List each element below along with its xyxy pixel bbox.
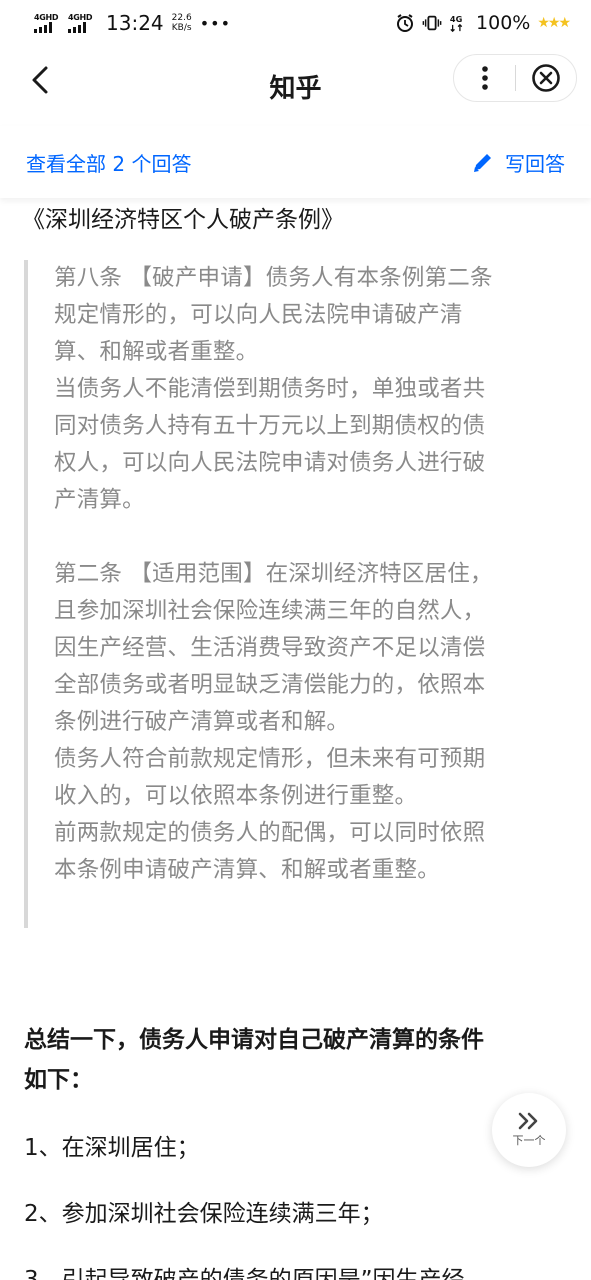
more-button[interactable] <box>454 54 515 102</box>
view-all-answers-link[interactable]: 查看全部 2 个回答 <box>26 148 191 177</box>
network-speed-unit: KB/s <box>171 23 192 33</box>
quote-line: 本条例申请破产清算、和解或者重整。 <box>54 857 440 883</box>
signal-bars-icon <box>34 22 52 33</box>
network-4g-icon: 4G <box>449 13 469 33</box>
quote-block: 第八条 【破产申请】债务人有本条例第二条 规定情形的，可以向人民法院申请破产清 … <box>24 260 564 928</box>
condition-item: 2、参加深圳社会保险连续满三年； <box>24 1201 384 1227</box>
signal-bars-icon <box>68 22 86 33</box>
signal-1: 4GHD <box>34 13 62 33</box>
svg-text:4G: 4G <box>450 14 463 24</box>
condition-item: 1、在深圳居住； <box>24 1135 200 1161</box>
status-time: 13:24 <box>106 11 164 35</box>
status-left: 4GHD 4GHD 13:24 22.6 KB/s ••• <box>34 11 231 35</box>
signal-2-label: 4GHD <box>68 13 93 22</box>
network-speed-value: 22.6 <box>171 13 192 23</box>
status-right: 4G 100% ★★★ <box>395 12 571 34</box>
summary-heading: 总结一下，债务人申请对自己破产清算的条件 如下： <box>24 1020 484 1100</box>
quote-line: 且参加深圳社会保险连续满三年的自然人， <box>54 598 486 624</box>
write-answer-label: 写回答 <box>505 151 565 176</box>
quote-line: 规定情形的，可以向人民法院申请破产清 <box>54 302 463 328</box>
signal-2: 4GHD <box>68 13 96 33</box>
quote-line: 全部债务或者明显缺乏清偿能力的，依照本 <box>54 672 486 698</box>
alarm-icon <box>395 13 415 33</box>
battery-stars-icon: ★★★ <box>537 15 571 31</box>
quote-line: 因生产经营、生活消费导致资产不足以清偿 <box>54 635 486 661</box>
quote-line: 债务人符合前款规定情形，但未来有可预期 <box>54 746 486 772</box>
signal-1-label: 4GHD <box>34 13 59 22</box>
more-vertical-icon <box>481 66 488 90</box>
close-button[interactable] <box>516 54 576 102</box>
nav-bar: 知乎 <box>0 46 591 126</box>
battery-level: 100% <box>476 12 531 34</box>
quote-line: 前两款规定的债务人的配偶，可以同时依照 <box>54 820 486 846</box>
vibrate-icon <box>422 13 442 33</box>
answer-bar: 查看全部 2 个回答 写回答 <box>0 126 591 198</box>
write-answer-button[interactable]: 写回答 <box>471 148 565 177</box>
status-bar: 4GHD 4GHD 13:24 22.6 KB/s ••• 4G 100% ★★… <box>0 0 591 46</box>
pencil-icon <box>474 154 491 172</box>
condition-item: 3、引起导致破产的债务的原因是”因生产经 <box>24 1267 465 1280</box>
double-chevron-right-icon <box>518 1112 538 1130</box>
summary-line: 如下： <box>24 1067 93 1093</box>
quote-line: 权人，可以向人民法院申请对债务人进行破 <box>54 450 486 476</box>
summary-line: 总结一下，债务人申请对自己破产清算的条件 <box>24 1027 484 1053</box>
next-answer-button[interactable]: 下一个 <box>492 1093 566 1167</box>
quote-line: 产清算。 <box>54 487 145 513</box>
quote-line: 第二条 【适用范围】在深圳经济特区居住， <box>54 561 493 587</box>
law-title: 《深圳经济特区个人破产条例》 <box>22 207 344 233</box>
more-notifications-icon: ••• <box>199 13 231 33</box>
quote-line: 第八条 【破产申请】债务人有本条例第二条 <box>54 265 493 291</box>
close-circle-icon <box>532 64 560 92</box>
quote-line: 算、和解或者重整。 <box>54 339 259 365</box>
quote-line: 同对债务人持有五十万元以上到期债权的债 <box>54 413 486 439</box>
next-answer-label: 下一个 <box>512 1134 546 1147</box>
quote-line <box>54 519 564 556</box>
quote-line: 当债务人不能清偿到期债务时，单独或者共 <box>54 376 486 402</box>
quote-line: 收入的，可以依照本条例进行重整。 <box>54 783 418 809</box>
quote-line: 条例进行破产清算或者和解。 <box>54 709 350 735</box>
network-speed: 22.6 KB/s <box>172 13 192 33</box>
mini-program-capsule <box>453 54 577 102</box>
